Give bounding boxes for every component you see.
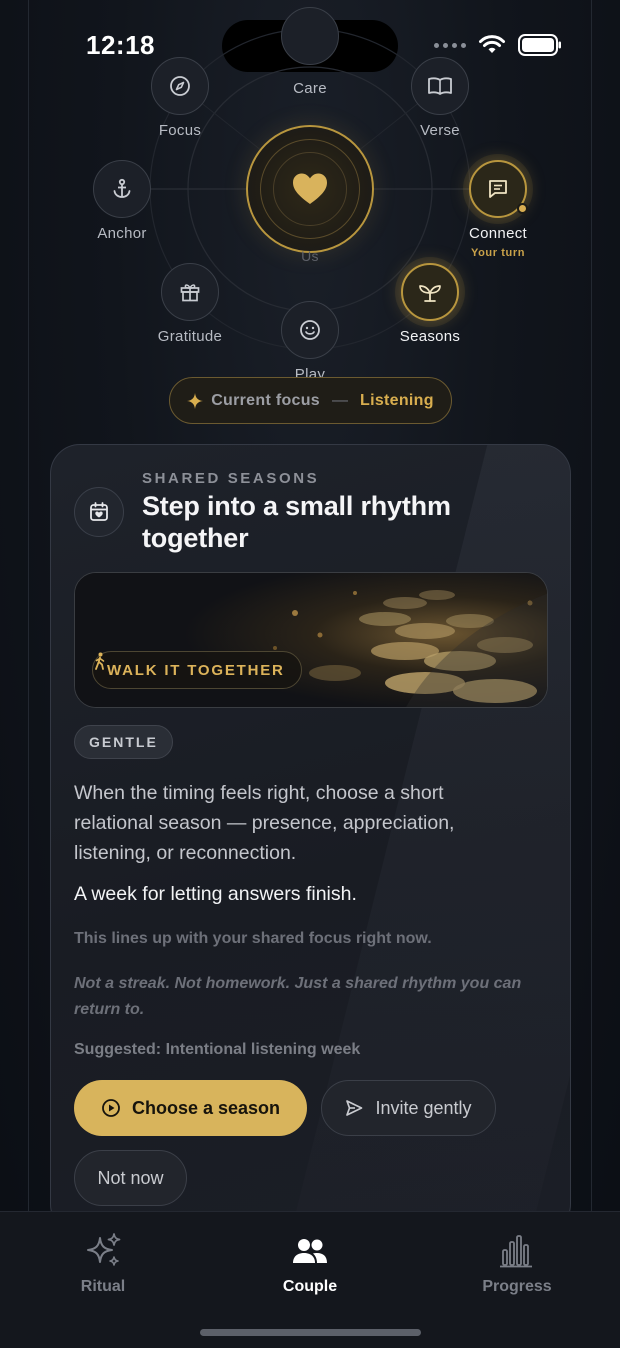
current-focus-value: Listening (360, 391, 434, 409)
not-now-label: Not now (97, 1167, 164, 1188)
choose-season-button[interactable]: Choose a season (74, 1080, 307, 1136)
verse-label: Verse (420, 122, 460, 139)
walk-together-chip[interactable]: WALK IT TOGETHER (92, 651, 302, 689)
anchor-label: Anchor (97, 225, 147, 242)
sparkle-icon (187, 392, 204, 409)
alignment-note: This lines up with your shared focus rig… (74, 930, 432, 947)
reassurance-note: Not a streak. Not homework. Just a share… (74, 975, 522, 1018)
bottom-tab-bar: Ritual Couple Progress (0, 1211, 620, 1348)
invite-gently-label: Invite gently (375, 1097, 472, 1118)
connect-notification-dot (517, 203, 528, 214)
card-description: When the timing feels right, choose a sh… (74, 782, 455, 864)
sprout-icon (419, 285, 441, 302)
us-center-node[interactable] (246, 125, 374, 253)
card-highlight: A week for letting answers finish. (74, 883, 357, 905)
tab-ritual[interactable]: Ritual (23, 1232, 183, 1296)
focus-label: Focus (158, 122, 202, 139)
walk-together-label: WALK IT TOGETHER (107, 661, 285, 679)
connect-label: Connect (469, 225, 527, 242)
card-title: Step into a small rhythm together (142, 491, 451, 553)
not-now-button[interactable]: Not now (74, 1150, 187, 1206)
tab-couple-label: Couple (282, 1278, 338, 1295)
anchor-icon (113, 178, 131, 198)
current-focus-separator: — (332, 391, 348, 409)
seasons-node[interactable] (401, 263, 459, 321)
shared-seasons-card: SHARED SEASONS Step into a small rhythm … (50, 444, 571, 1234)
gratitude-label: Gratitude (157, 328, 223, 345)
tab-couple[interactable]: Couple (230, 1232, 390, 1296)
gratitude-node[interactable] (161, 263, 219, 321)
play-node[interactable] (281, 301, 339, 359)
care-node[interactable] (281, 7, 339, 65)
walking-person-icon (95, 652, 105, 670)
seasons-label: Seasons (399, 328, 461, 345)
verse-node[interactable] (411, 57, 469, 115)
us-label: Us (301, 248, 319, 264)
home-indicator[interactable] (200, 1329, 421, 1336)
bar-chart-icon (500, 1235, 532, 1268)
tab-progress-label: Progress (482, 1278, 552, 1295)
message-icon (489, 180, 507, 198)
calendar-heart-icon (74, 487, 124, 537)
relationship-constellation: Care Focus Verse Anchor Us Connect Your … (0, 0, 620, 440)
app-screen: 12:18 Care Focus Verse Anchor Us Connect… (0, 0, 620, 1348)
choose-season-label: Choose a season (131, 1097, 281, 1118)
sparkles-icon (87, 1233, 121, 1266)
gift-icon (180, 284, 200, 302)
suggestion-text: Suggested: Intentional listening week (74, 1041, 361, 1058)
hero-image: WALK IT TOGETHER (74, 572, 548, 708)
current-focus-prefix: Current focus (211, 391, 320, 409)
heart-icon (293, 173, 327, 204)
anchor-node[interactable] (93, 160, 151, 218)
focus-node[interactable] (151, 57, 209, 115)
compass-icon (170, 76, 190, 96)
connect-sublabel: Your turn (470, 247, 526, 259)
gentle-tag: GENTLE (74, 725, 173, 759)
current-focus-pill[interactable]: Current focus — Listening (169, 377, 452, 424)
book-icon (428, 77, 452, 95)
care-label: Care (293, 80, 327, 97)
invite-gently-button[interactable]: Invite gently (321, 1080, 496, 1136)
send-icon (346, 1100, 363, 1116)
play-circle-icon (102, 1099, 120, 1117)
card-eyebrow: SHARED SEASONS (142, 470, 320, 487)
gentle-tag-label: GENTLE (89, 734, 158, 750)
smile-icon (300, 320, 320, 340)
tab-ritual-label: Ritual (80, 1278, 126, 1295)
people-icon (293, 1239, 327, 1263)
tab-progress[interactable]: Progress (437, 1232, 597, 1296)
